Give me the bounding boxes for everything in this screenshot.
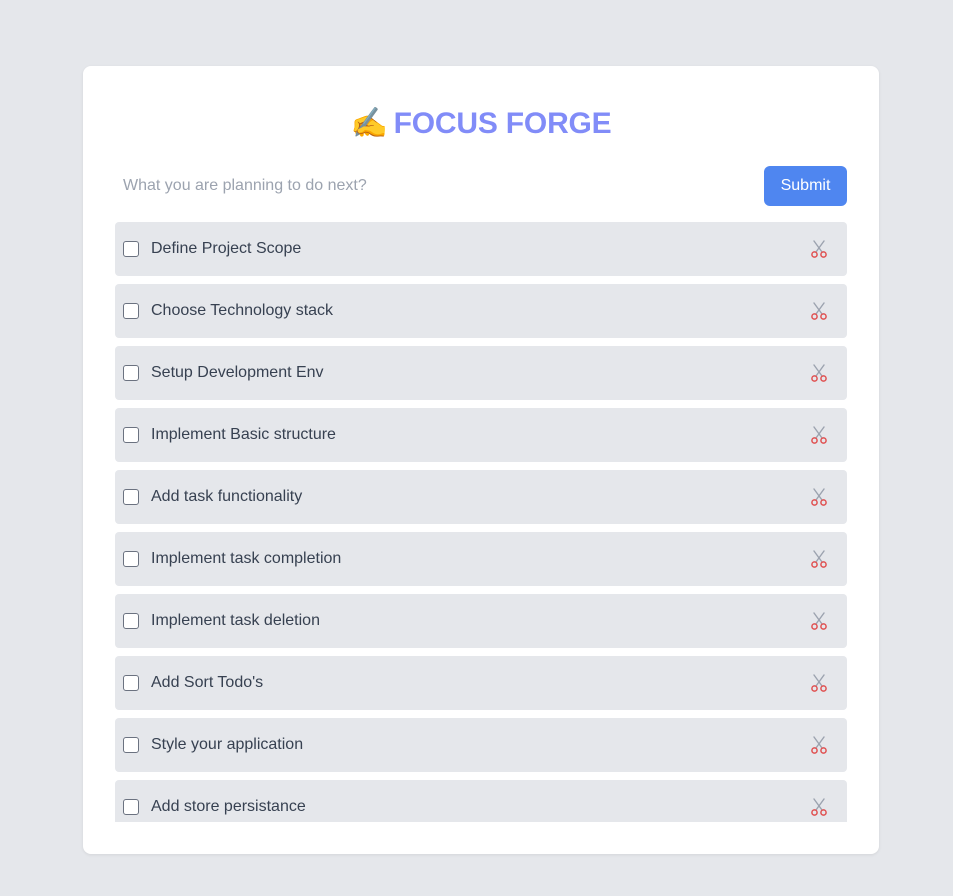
todo-checkbox[interactable] bbox=[123, 365, 139, 381]
todo-item: Add task functionality bbox=[115, 470, 847, 524]
todo-text: Implement task deletion bbox=[151, 612, 320, 629]
todo-item: Setup Development Env bbox=[115, 346, 847, 400]
todo-text: Implement Basic structure bbox=[151, 426, 336, 443]
scissors-icon bbox=[809, 797, 829, 817]
todo-list: Define Project Scope Choose Technology st… bbox=[115, 222, 847, 822]
todo-text: Add Sort Todo's bbox=[151, 674, 264, 691]
todo-checkbox[interactable] bbox=[123, 737, 139, 753]
delete-todo-button[interactable] bbox=[807, 361, 831, 385]
scissors-icon bbox=[809, 549, 829, 569]
todo-item: Implement task deletion bbox=[115, 594, 847, 648]
todo-text: Add task functionality bbox=[151, 488, 303, 505]
scissors-icon bbox=[809, 673, 829, 693]
delete-todo-button[interactable] bbox=[807, 299, 831, 323]
todo-checkbox[interactable] bbox=[123, 551, 139, 567]
todo-checkbox[interactable] bbox=[123, 489, 139, 505]
todo-text: Style your application bbox=[151, 736, 304, 753]
add-task-form: Submit bbox=[115, 166, 847, 206]
todo-text: Define Project Scope bbox=[151, 240, 302, 257]
submit-button[interactable]: Submit bbox=[764, 166, 847, 206]
todo-item: Define Project Scope bbox=[115, 222, 847, 276]
delete-todo-button[interactable] bbox=[807, 485, 831, 509]
scissors-icon bbox=[809, 735, 829, 755]
todo-text: Add store persistance bbox=[151, 798, 306, 815]
todo-item: Add store persistance bbox=[115, 780, 847, 822]
delete-todo-button[interactable] bbox=[807, 609, 831, 633]
todo-item: Implement task completion bbox=[115, 532, 847, 586]
scissors-icon bbox=[809, 487, 829, 507]
app-title: ✍️ FOCUS FORGE bbox=[83, 106, 879, 142]
app-title-text: FOCUS FORGE bbox=[393, 107, 612, 140]
todo-item: Choose Technology stack bbox=[115, 284, 847, 338]
scissors-icon bbox=[809, 611, 829, 631]
scissors-icon bbox=[809, 363, 829, 383]
todo-text: Choose Technology stack bbox=[151, 302, 334, 319]
delete-todo-button[interactable] bbox=[807, 237, 831, 261]
todo-item: Implement Basic structure bbox=[115, 408, 847, 462]
scissors-icon bbox=[809, 239, 829, 259]
todo-checkbox[interactable] bbox=[123, 303, 139, 319]
delete-todo-button[interactable] bbox=[807, 795, 831, 819]
todo-text: Setup Development Env bbox=[151, 364, 324, 381]
delete-todo-button[interactable] bbox=[807, 671, 831, 695]
todo-item: Add Sort Todo's bbox=[115, 656, 847, 710]
delete-todo-button[interactable] bbox=[807, 547, 831, 571]
task-input[interactable] bbox=[115, 166, 745, 206]
todo-checkbox[interactable] bbox=[123, 799, 139, 815]
app-card: ✍️FOCUS FORGE Submit Define Project Scop… bbox=[83, 66, 879, 854]
scissors-icon bbox=[809, 425, 829, 445]
todo-checkbox[interactable] bbox=[123, 241, 139, 257]
scissors-icon bbox=[809, 301, 829, 321]
todo-text: Implement task completion bbox=[151, 550, 342, 567]
delete-todo-button[interactable] bbox=[807, 733, 831, 757]
todo-checkbox[interactable] bbox=[123, 427, 139, 443]
writing-hand-icon: ✍️ bbox=[350, 107, 388, 140]
todo-checkbox[interactable] bbox=[123, 675, 139, 691]
todo-item: Style your application bbox=[115, 718, 847, 772]
delete-todo-button[interactable] bbox=[807, 423, 831, 447]
todo-checkbox[interactable] bbox=[123, 613, 139, 629]
